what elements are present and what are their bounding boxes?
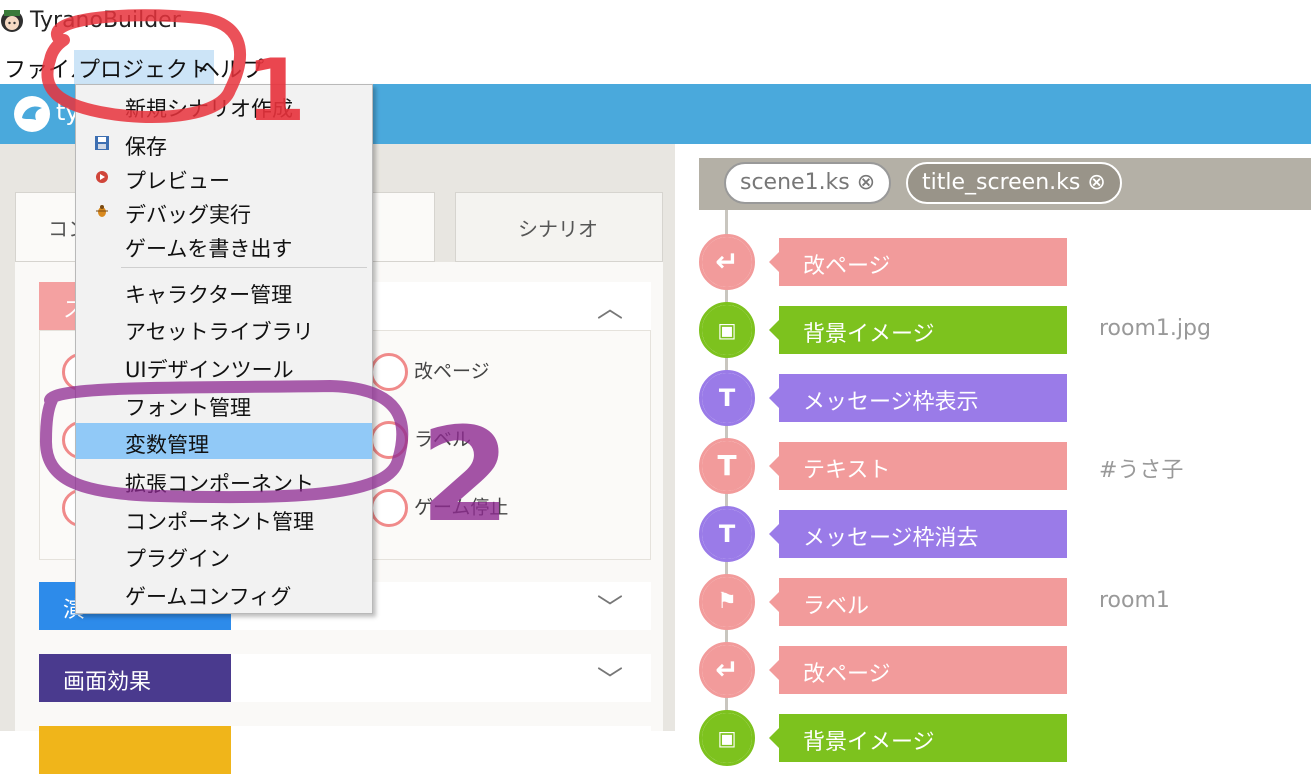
annotation-circle-2 xyxy=(39,379,409,504)
annotation-step-2: 2 xyxy=(420,399,510,551)
annotation-circle-1 xyxy=(41,9,246,123)
section-more[interactable] xyxy=(39,726,651,774)
annotation-overlay: 1 2 xyxy=(39,9,510,551)
annotation-step-1: 1 xyxy=(246,41,306,141)
section-header xyxy=(39,726,231,774)
